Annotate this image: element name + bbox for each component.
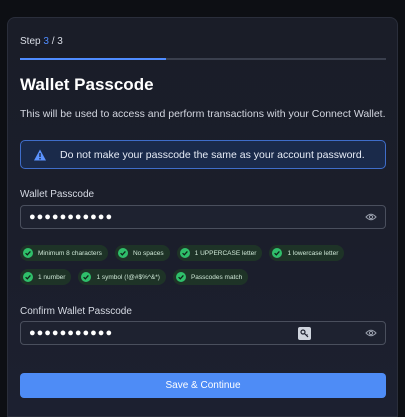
- requirement-chip: No spaces: [114, 245, 170, 261]
- passcode-requirements: Minimum 8 characters No spaces 1 UPPERCASE…: [20, 245, 390, 293]
- requirement-label: No spaces: [132, 249, 164, 257]
- requirement-label: Minimum 8 characters: [38, 249, 102, 257]
- passcode-field[interactable]: ●●●●●●●●●●●: [20, 205, 386, 229]
- warning-triangle-icon: [34, 149, 46, 160]
- eye-icon[interactable]: [365, 328, 377, 338]
- page-title: Wallet Passcode: [20, 75, 154, 94]
- check-circle-icon: [179, 248, 190, 258]
- requirement-label: 1 UPPERCASE letter: [194, 249, 257, 257]
- alert-text: Do not make your passcode the same as yo…: [60, 148, 365, 161]
- requirement-label: 1 symbol (!@#$%^&*): [96, 273, 160, 281]
- requirement-label: Passcodes match: [190, 273, 243, 281]
- check-circle-icon: [81, 272, 92, 282]
- progress-track: [20, 58, 386, 60]
- check-circle-icon: [117, 248, 128, 258]
- requirement-chip: Minimum 8 characters: [20, 245, 108, 261]
- requirement-chip: 1 lowercase letter: [269, 245, 345, 261]
- step-indicator: Step 3 / 3: [20, 36, 63, 47]
- key-icon[interactable]: [298, 326, 311, 340]
- save-and-continue-button[interactable]: Save & Continue: [20, 373, 386, 398]
- step-separator: /: [48, 36, 58, 47]
- passcode-card: Step 3 / 3 Wallet Passcode This will be …: [7, 17, 398, 417]
- requirement-label: 1 lowercase letter: [287, 249, 339, 257]
- requirement-label: 1 number: [38, 273, 66, 281]
- progress-fill: [20, 58, 167, 60]
- passcode-label: Wallet Passcode: [20, 189, 95, 200]
- requirement-chip: 1 number: [20, 269, 72, 285]
- confirm-passcode-value[interactable]: ●●●●●●●●●●●: [21, 327, 298, 339]
- step-prefix: Step: [20, 36, 44, 47]
- step-total: 3: [57, 36, 63, 47]
- confirm-passcode-field[interactable]: ●●●●●●●●●●●: [20, 321, 386, 345]
- requirement-chip: 1 symbol (!@#$%^&*): [78, 269, 166, 285]
- check-circle-icon: [272, 248, 283, 258]
- page-subtitle: This will be used to access and perform …: [20, 108, 386, 120]
- requirement-chip: 1 UPPERCASE letter: [176, 245, 263, 261]
- confirm-passcode-label: Confirm Wallet Passcode: [20, 306, 132, 317]
- passcode-value[interactable]: ●●●●●●●●●●●: [21, 211, 365, 223]
- eye-icon[interactable]: [365, 212, 377, 222]
- requirement-chip: Passcodes match: [172, 269, 249, 285]
- check-circle-icon: [23, 272, 33, 282]
- check-circle-icon: [175, 272, 186, 282]
- check-circle-icon: [23, 248, 33, 258]
- password-warning-alert: Do not make your passcode the same as yo…: [20, 140, 386, 169]
